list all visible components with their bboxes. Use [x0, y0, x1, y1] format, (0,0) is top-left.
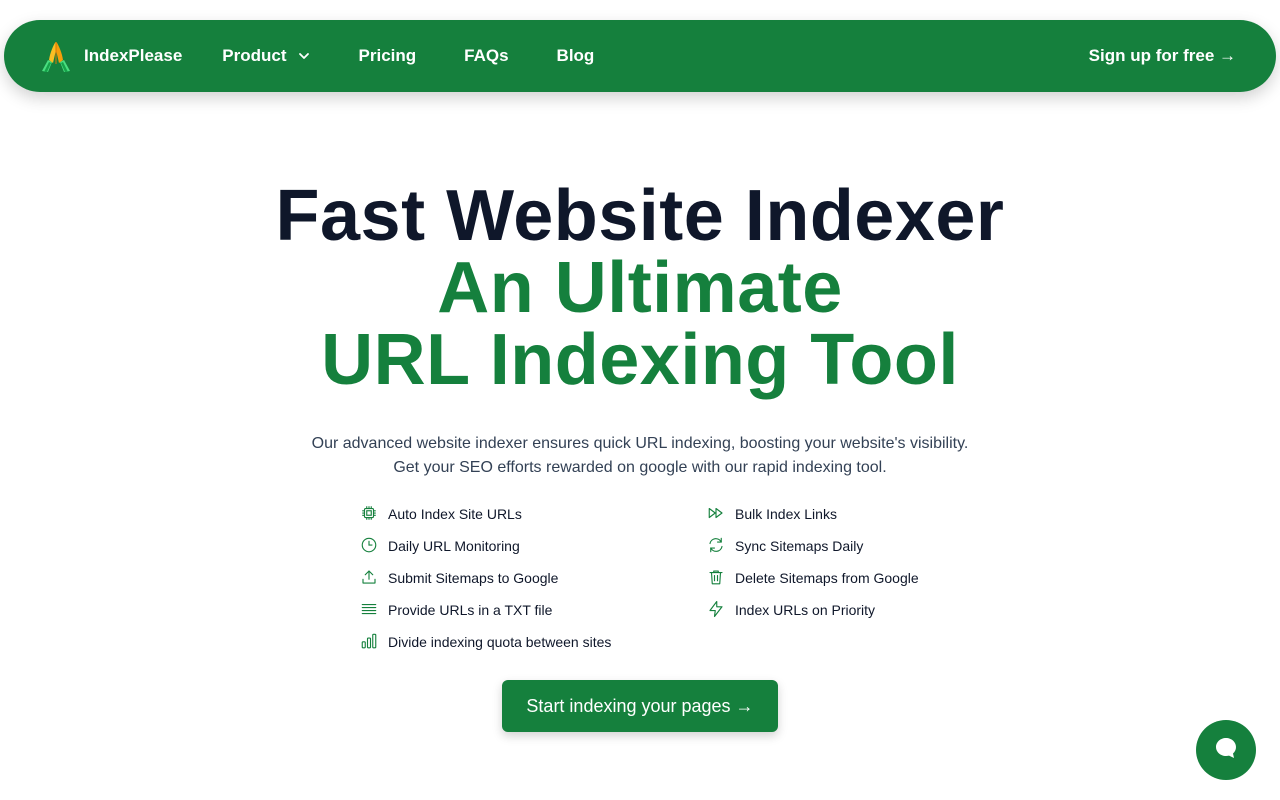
feature-item: Sync Sitemaps Daily [707, 534, 1000, 558]
feature-item: Submit Sitemaps to Google [360, 566, 707, 590]
feature-item: Delete Sitemaps from Google [707, 566, 1000, 590]
hero-headline-line2: An Ultimate [437, 248, 843, 328]
brand-link[interactable]: IndexPlease [38, 38, 182, 74]
feature-item: Bulk Index Links [707, 502, 1000, 526]
feature-label: Delete Sitemaps from Google [735, 570, 919, 586]
fast-forward-icon [707, 504, 725, 525]
feature-item: Divide indexing quota between sites [360, 630, 707, 654]
chat-widget-button[interactable] [1196, 720, 1256, 780]
feature-label: Auto Index Site URLs [388, 506, 522, 522]
hero-subtitle-line1: Our advanced website indexer ensures qui… [311, 435, 969, 452]
feature-item: Provide URLs in a TXT file [360, 598, 707, 622]
start-indexing-button[interactable]: Start indexing your pages → [502, 680, 778, 732]
nav-pricing-link[interactable]: Pricing [359, 46, 417, 66]
feature-label: Bulk Index Links [735, 506, 837, 522]
feature-label: Index URLs on Priority [735, 602, 876, 618]
hero-headline-line1: Fast Website Indexer [275, 176, 1005, 256]
feature-item: Daily URL Monitoring [360, 534, 707, 558]
upload-icon [360, 568, 378, 589]
hero-subtitle-line2: Get your SEO efforts rewarded on google … [393, 459, 887, 476]
refresh-icon [707, 536, 725, 557]
nav-blog-label: Blog [556, 46, 595, 65]
lightning-bolt-icon [707, 600, 725, 621]
cpu-chip-icon [360, 504, 378, 525]
chevron-down-icon [297, 49, 311, 63]
clock-icon [360, 536, 378, 557]
nav-product-label: Product [222, 46, 287, 65]
nav-faqs-link[interactable]: FAQs [464, 46, 508, 66]
feature-label: Daily URL Monitoring [388, 538, 520, 554]
bar-chart-icon [360, 632, 378, 653]
feature-label: Sync Sitemaps Daily [735, 538, 864, 554]
praying-hands-icon [38, 38, 74, 74]
nav-links: Product Pricing FAQs Blog [222, 46, 642, 66]
hero-headline-line3: URL Indexing Tool [321, 320, 959, 400]
hero-section: Fast Website Indexer An Ultimate URL Ind… [0, 180, 1280, 480]
signup-label: Sign up for free → [1088, 46, 1236, 65]
brand-name: IndexPlease [84, 46, 183, 65]
feature-label: Submit Sitemaps to Google [388, 570, 559, 586]
nav-blog-link[interactable]: Blog [557, 46, 595, 66]
feature-label: Provide URLs in a TXT file [388, 602, 553, 618]
signup-button[interactable]: Sign up for free → [1089, 46, 1236, 66]
feature-item: Auto Index Site URLs [360, 502, 707, 526]
list-lines-icon [360, 600, 378, 621]
chat-bubble-icon [1213, 735, 1239, 766]
feature-item: Index URLs on Priority [707, 598, 1000, 622]
trash-icon [707, 568, 725, 589]
feature-label: Divide indexing quota between sites [388, 634, 612, 650]
hero-subtitle: Our advanced website indexer ensures qui… [0, 432, 1280, 480]
feature-list: Auto Index Site URLs Bulk Index Links Da… [360, 502, 1000, 654]
nav-pricing-label: Pricing [358, 46, 417, 65]
nav-faqs-label: FAQs [464, 46, 509, 65]
top-navbar: IndexPlease Product Pricing FAQs Blog Si… [4, 20, 1276, 92]
nav-product-dropdown[interactable]: Product [222, 46, 310, 66]
cta-label: Start indexing your pages → [526, 695, 754, 716]
